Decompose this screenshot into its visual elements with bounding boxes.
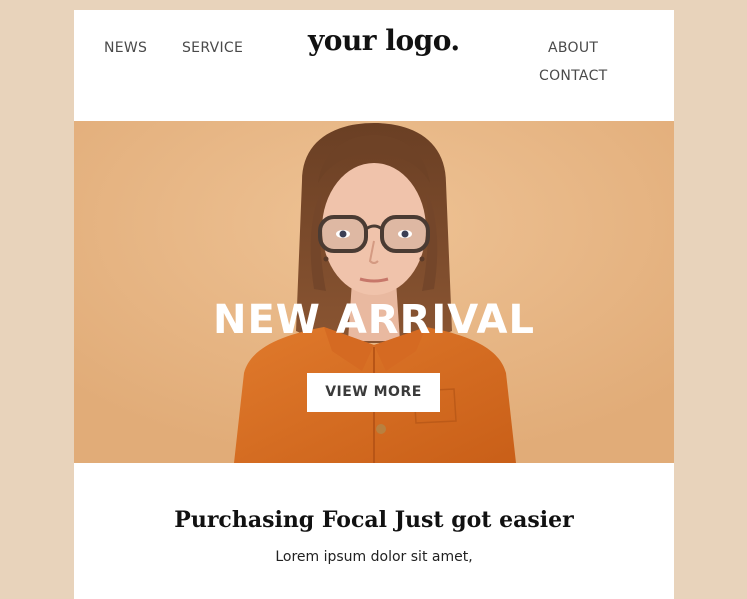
email-header: NEWS SERVICE your logo. ABOUT CONTACT	[74, 10, 674, 121]
nav-link-contact[interactable]: CONTACT	[539, 68, 608, 84]
nav-link-news[interactable]: NEWS	[104, 40, 147, 56]
view-more-button[interactable]: VIEW MORE	[307, 373, 440, 412]
hero-banner: NEW ARRIVAL VIEW MORE	[74, 121, 674, 463]
nav-link-about[interactable]: ABOUT	[548, 40, 598, 56]
shirt-button	[376, 424, 386, 434]
content-subtext: Lorem ipsum dolor sit amet,	[275, 549, 473, 565]
brand-logo[interactable]: your logo.	[308, 24, 460, 57]
hero-title: NEW ARRIVAL	[213, 297, 535, 343]
content-section: Purchasing Focal Just got easier Lorem i…	[74, 463, 674, 599]
email-card: NEWS SERVICE your logo. ABOUT CONTACT NE…	[74, 10, 674, 599]
content-headline: Purchasing Focal Just got easier	[174, 507, 574, 533]
nav-link-service[interactable]: SERVICE	[182, 40, 243, 56]
